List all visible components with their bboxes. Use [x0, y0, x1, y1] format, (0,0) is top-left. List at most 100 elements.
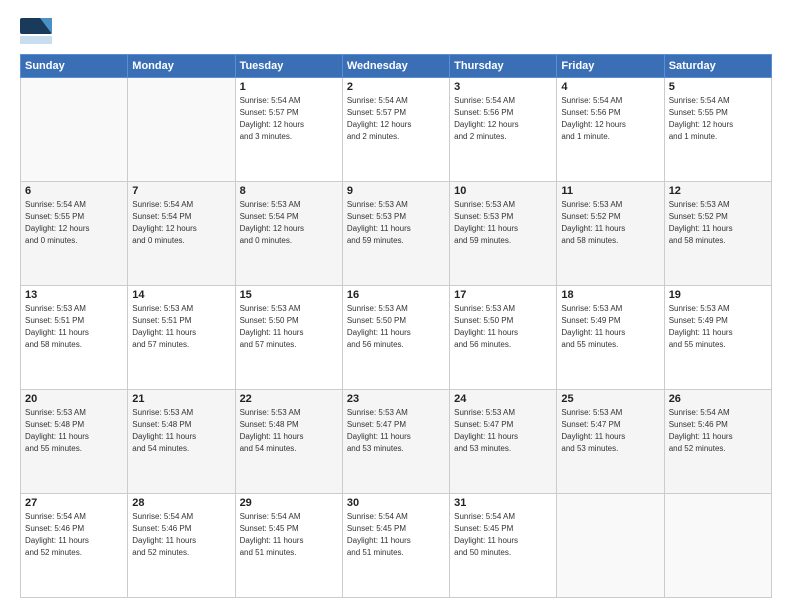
weekday-header: Friday — [557, 55, 664, 78]
day-number: 22 — [240, 393, 338, 405]
day-number: 13 — [25, 289, 123, 301]
calendar-cell — [128, 78, 235, 182]
day-info: Sunrise: 5:53 AMSunset: 5:47 PMDaylight:… — [561, 407, 659, 455]
day-number: 25 — [561, 393, 659, 405]
day-info: Sunrise: 5:53 AMSunset: 5:52 PMDaylight:… — [669, 199, 767, 247]
day-info: Sunrise: 5:54 AMSunset: 5:57 PMDaylight:… — [347, 95, 445, 143]
day-info: Sunrise: 5:53 AMSunset: 5:49 PMDaylight:… — [669, 303, 767, 351]
calendar-cell — [664, 494, 771, 598]
day-info: Sunrise: 5:54 AMSunset: 5:57 PMDaylight:… — [240, 95, 338, 143]
calendar-week-row: 27 Sunrise: 5:54 AMSunset: 5:46 PMDayligh… — [21, 494, 772, 598]
day-info: Sunrise: 5:54 AMSunset: 5:54 PMDaylight:… — [132, 199, 230, 247]
calendar-cell — [21, 78, 128, 182]
calendar-cell: 29 Sunrise: 5:54 AMSunset: 5:45 PMDayligh… — [235, 494, 342, 598]
day-number: 9 — [347, 185, 445, 197]
calendar-cell: 22Sunrise: 5:53 AMSunset: 5:48 PMDayligh… — [235, 390, 342, 494]
calendar-cell: 21 Sunrise: 5:53 AMSunset: 5:48 PMDayligh… — [128, 390, 235, 494]
day-number: 26 — [669, 393, 767, 405]
day-number: 6 — [25, 185, 123, 197]
day-number: 11 — [561, 185, 659, 197]
calendar-cell: 24 Sunrise: 5:53 AMSunset: 5:47 PMDayligh… — [450, 390, 557, 494]
day-info: Sunrise: 5:54 AMSunset: 5:56 PMDaylight:… — [561, 95, 659, 143]
day-number: 29 — [240, 497, 338, 509]
day-info: Sunrise: 5:53 AMSunset: 5:53 PMDaylight:… — [454, 199, 552, 247]
calendar-cell: 6 Sunrise: 5:54 AMSunset: 5:55 PMDaylight… — [21, 182, 128, 286]
page: SundayMondayTuesdayWednesdayThursdayFrid… — [0, 0, 792, 612]
day-info: Sunrise: 5:53 AMSunset: 5:50 PMDaylight:… — [240, 303, 338, 351]
calendar-cell: 27 Sunrise: 5:54 AMSunset: 5:46 PMDayligh… — [21, 494, 128, 598]
day-info: Sunrise: 5:53 AMSunset: 5:54 PMDaylight:… — [240, 199, 338, 247]
day-info: Sunrise: 5:53 AMSunset: 5:50 PMDaylight:… — [454, 303, 552, 351]
calendar-cell: 18 Sunrise: 5:53 AMSunset: 5:49 PMDayligh… — [557, 286, 664, 390]
day-number: 28 — [132, 497, 230, 509]
calendar-cell: 4 Sunrise: 5:54 AMSunset: 5:56 PMDaylight… — [557, 78, 664, 182]
calendar-table: SundayMondayTuesdayWednesdayThursdayFrid… — [20, 54, 772, 598]
day-info: Sunrise: 5:53 AMSunset: 5:48 PMDaylight:… — [132, 407, 230, 455]
day-info: Sunrise: 5:54 AMSunset: 5:45 PMDaylight:… — [347, 511, 445, 559]
day-info: Sunrise: 5:53 AMSunset: 5:52 PMDaylight:… — [561, 199, 659, 247]
calendar-cell: 31Sunrise: 5:54 AMSunset: 5:45 PMDayligh… — [450, 494, 557, 598]
day-number: 10 — [454, 185, 552, 197]
day-number: 19 — [669, 289, 767, 301]
day-number: 2 — [347, 81, 445, 93]
calendar-cell: 19 Sunrise: 5:53 AMSunset: 5:49 PMDayligh… — [664, 286, 771, 390]
day-info: Sunrise: 5:54 AMSunset: 5:55 PMDaylight:… — [669, 95, 767, 143]
day-number: 24 — [454, 393, 552, 405]
calendar-week-row: 6 Sunrise: 5:54 AMSunset: 5:55 PMDaylight… — [21, 182, 772, 286]
weekday-header: Thursday — [450, 55, 557, 78]
calendar-cell: 15 Sunrise: 5:53 AMSunset: 5:50 PMDayligh… — [235, 286, 342, 390]
day-number: 21 — [132, 393, 230, 405]
header — [20, 18, 772, 44]
day-number: 4 — [561, 81, 659, 93]
day-info: Sunrise: 5:54 AMSunset: 5:56 PMDaylight:… — [454, 95, 552, 143]
day-number: 1 — [240, 81, 338, 93]
calendar-cell: 7 Sunrise: 5:54 AMSunset: 5:54 PMDaylight… — [128, 182, 235, 286]
calendar-cell: 30 Sunrise: 5:54 AMSunset: 5:45 PMDayligh… — [342, 494, 449, 598]
calendar-cell: 13 Sunrise: 5:53 AMSunset: 5:51 PMDayligh… — [21, 286, 128, 390]
day-number: 23 — [347, 393, 445, 405]
calendar-cell — [557, 494, 664, 598]
day-number: 14 — [132, 289, 230, 301]
calendar-cell: 14Sunrise: 5:53 AMSunset: 5:51 PMDayligh… — [128, 286, 235, 390]
calendar-cell: 3 Sunrise: 5:54 AMSunset: 5:56 PMDaylight… — [450, 78, 557, 182]
calendar-cell: 17Sunrise: 5:53 AMSunset: 5:50 PMDayligh… — [450, 286, 557, 390]
weekday-header: Tuesday — [235, 55, 342, 78]
day-info: Sunrise: 5:53 AMSunset: 5:51 PMDaylight:… — [25, 303, 123, 351]
day-info: Sunrise: 5:53 AMSunset: 5:49 PMDaylight:… — [561, 303, 659, 351]
day-number: 8 — [240, 185, 338, 197]
day-number: 31 — [454, 497, 552, 509]
day-number: 3 — [454, 81, 552, 93]
calendar-cell: 5 Sunrise: 5:54 AMSunset: 5:55 PMDaylight… — [664, 78, 771, 182]
day-info: Sunrise: 5:54 AMSunset: 5:45 PMDaylight:… — [240, 511, 338, 559]
day-number: 27 — [25, 497, 123, 509]
logo — [20, 18, 56, 44]
day-number: 30 — [347, 497, 445, 509]
calendar-cell: 10 Sunrise: 5:53 AMSunset: 5:53 PMDayligh… — [450, 182, 557, 286]
calendar-week-row: 20Sunrise: 5:53 AMSunset: 5:48 PMDayligh… — [21, 390, 772, 494]
calendar-cell: 23 Sunrise: 5:53 AMSunset: 5:47 PMDayligh… — [342, 390, 449, 494]
day-info: Sunrise: 5:54 AMSunset: 5:46 PMDaylight:… — [25, 511, 123, 559]
day-info: Sunrise: 5:54 AMSunset: 5:55 PMDaylight:… — [25, 199, 123, 247]
day-number: 7 — [132, 185, 230, 197]
day-info: Sunrise: 5:54 AMSunset: 5:46 PMDaylight:… — [132, 511, 230, 559]
day-number: 15 — [240, 289, 338, 301]
weekday-header: Wednesday — [342, 55, 449, 78]
weekday-header: Sunday — [21, 55, 128, 78]
day-info: Sunrise: 5:54 AMSunset: 5:46 PMDaylight:… — [669, 407, 767, 455]
day-info: Sunrise: 5:53 AMSunset: 5:48 PMDaylight:… — [25, 407, 123, 455]
calendar-cell: 25 Sunrise: 5:53 AMSunset: 5:47 PMDayligh… — [557, 390, 664, 494]
calendar-cell: 1 Sunrise: 5:54 AMSunset: 5:57 PMDaylight… — [235, 78, 342, 182]
calendar-week-row: 1 Sunrise: 5:54 AMSunset: 5:57 PMDaylight… — [21, 78, 772, 182]
day-number: 18 — [561, 289, 659, 301]
calendar-cell: 26 Sunrise: 5:54 AMSunset: 5:46 PMDayligh… — [664, 390, 771, 494]
day-info: Sunrise: 5:53 AMSunset: 5:50 PMDaylight:… — [347, 303, 445, 351]
day-number: 5 — [669, 81, 767, 93]
calendar-week-row: 13 Sunrise: 5:53 AMSunset: 5:51 PMDayligh… — [21, 286, 772, 390]
weekday-header: Saturday — [664, 55, 771, 78]
calendar-cell: 9Sunrise: 5:53 AMSunset: 5:53 PMDaylight… — [342, 182, 449, 286]
calendar-header-row: SundayMondayTuesdayWednesdayThursdayFrid… — [21, 55, 772, 78]
calendar-cell: 8 Sunrise: 5:53 AMSunset: 5:54 PMDaylight… — [235, 182, 342, 286]
day-info: Sunrise: 5:53 AMSunset: 5:47 PMDaylight:… — [347, 407, 445, 455]
day-info: Sunrise: 5:53 AMSunset: 5:47 PMDaylight:… — [454, 407, 552, 455]
calendar-cell: 11 Sunrise: 5:53 AMSunset: 5:52 PMDayligh… — [557, 182, 664, 286]
